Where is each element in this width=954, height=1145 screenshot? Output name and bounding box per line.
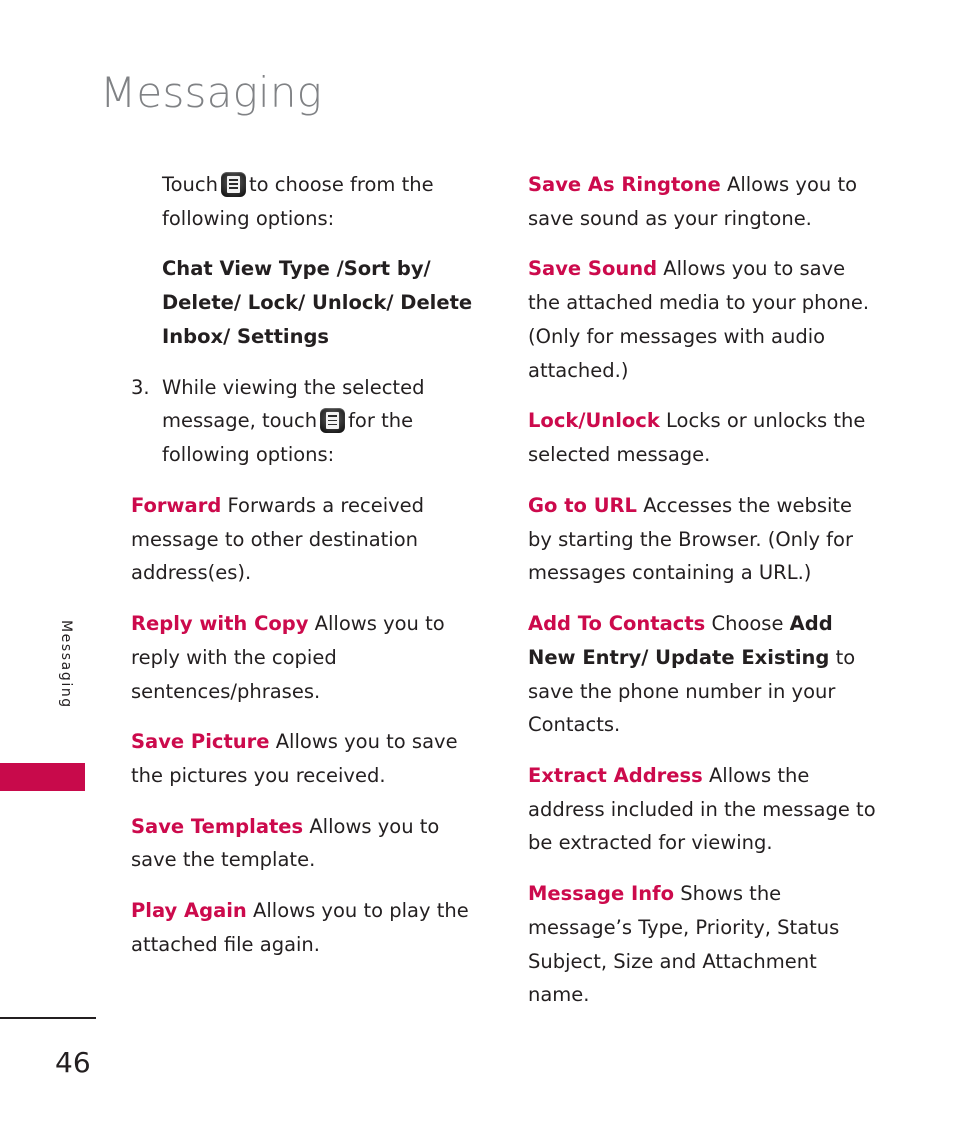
definition-entry: Save As Ringtone Allows you to save soun… (528, 168, 878, 235)
right-text-column: Save As Ringtone Allows you to save soun… (528, 168, 878, 1012)
intro-paragraph: Touch to choose from the following option… (131, 168, 476, 235)
numbered-step-3: 3. While viewing the selected message, to… (131, 371, 476, 472)
definition-entry: Save Templates Allows you to save the te… (131, 810, 476, 877)
side-tab-color-swatch (0, 763, 85, 791)
definition-term: Save Templates (131, 814, 304, 838)
page-number: 46 (55, 1046, 91, 1079)
definition-term: Forward (131, 493, 222, 517)
menu-key-icon (320, 408, 346, 434)
definition-term: Save Picture (131, 730, 270, 754)
definition-description: Choose (711, 612, 784, 636)
definition-entry: Add To Contacts Choose Add New Entry/ Up… (528, 607, 878, 742)
definition-entry: Forward Forwards a received message to o… (131, 489, 476, 590)
definition-term: Save Sound (528, 257, 658, 281)
definition-term: Lock/Unlock (528, 409, 660, 433)
definition-term: Save As Ringtone (528, 173, 721, 196)
definition-entry: Save Picture Allows you to save the pict… (131, 725, 476, 792)
definition-term: Reply with Copy (131, 612, 309, 636)
step-number: 3. (131, 375, 150, 399)
definition-term: Extract Address (528, 764, 703, 788)
definition-term: Play Again (131, 899, 247, 923)
intro-before-icon: Touch (162, 173, 218, 196)
page-title: Messaging (100, 68, 323, 117)
definition-entry: Lock/Unlock Locks or unlocks the selecte… (528, 404, 878, 471)
definition-entry: Go to URL Accesses the website by starti… (528, 489, 878, 590)
definition-entry: Reply with Copy Allows you to reply with… (131, 607, 476, 708)
menu-key-icon (220, 172, 246, 197)
definition-entry: Message Info Shows the message’s Type, P… (528, 877, 878, 1012)
definition-entry: Extract Address Allows the address inclu… (528, 759, 878, 860)
definition-term: Add To Contacts (528, 612, 706, 636)
definition-term: Go to URL (528, 493, 637, 517)
left-text-column: Touch to choose from the following option… (131, 168, 476, 962)
definition-term: Message Info (528, 882, 674, 906)
definition-entry: Save Sound Allows you to save the attach… (528, 252, 878, 387)
footer-divider (0, 1017, 96, 1019)
side-tab-chapter-label: Messaging (58, 620, 74, 709)
options-list-line: Chat View Type /Sort by/ Delete/ Lock/ U… (162, 257, 473, 348)
definition-entry: Play Again Allows you to play the attach… (131, 894, 476, 961)
